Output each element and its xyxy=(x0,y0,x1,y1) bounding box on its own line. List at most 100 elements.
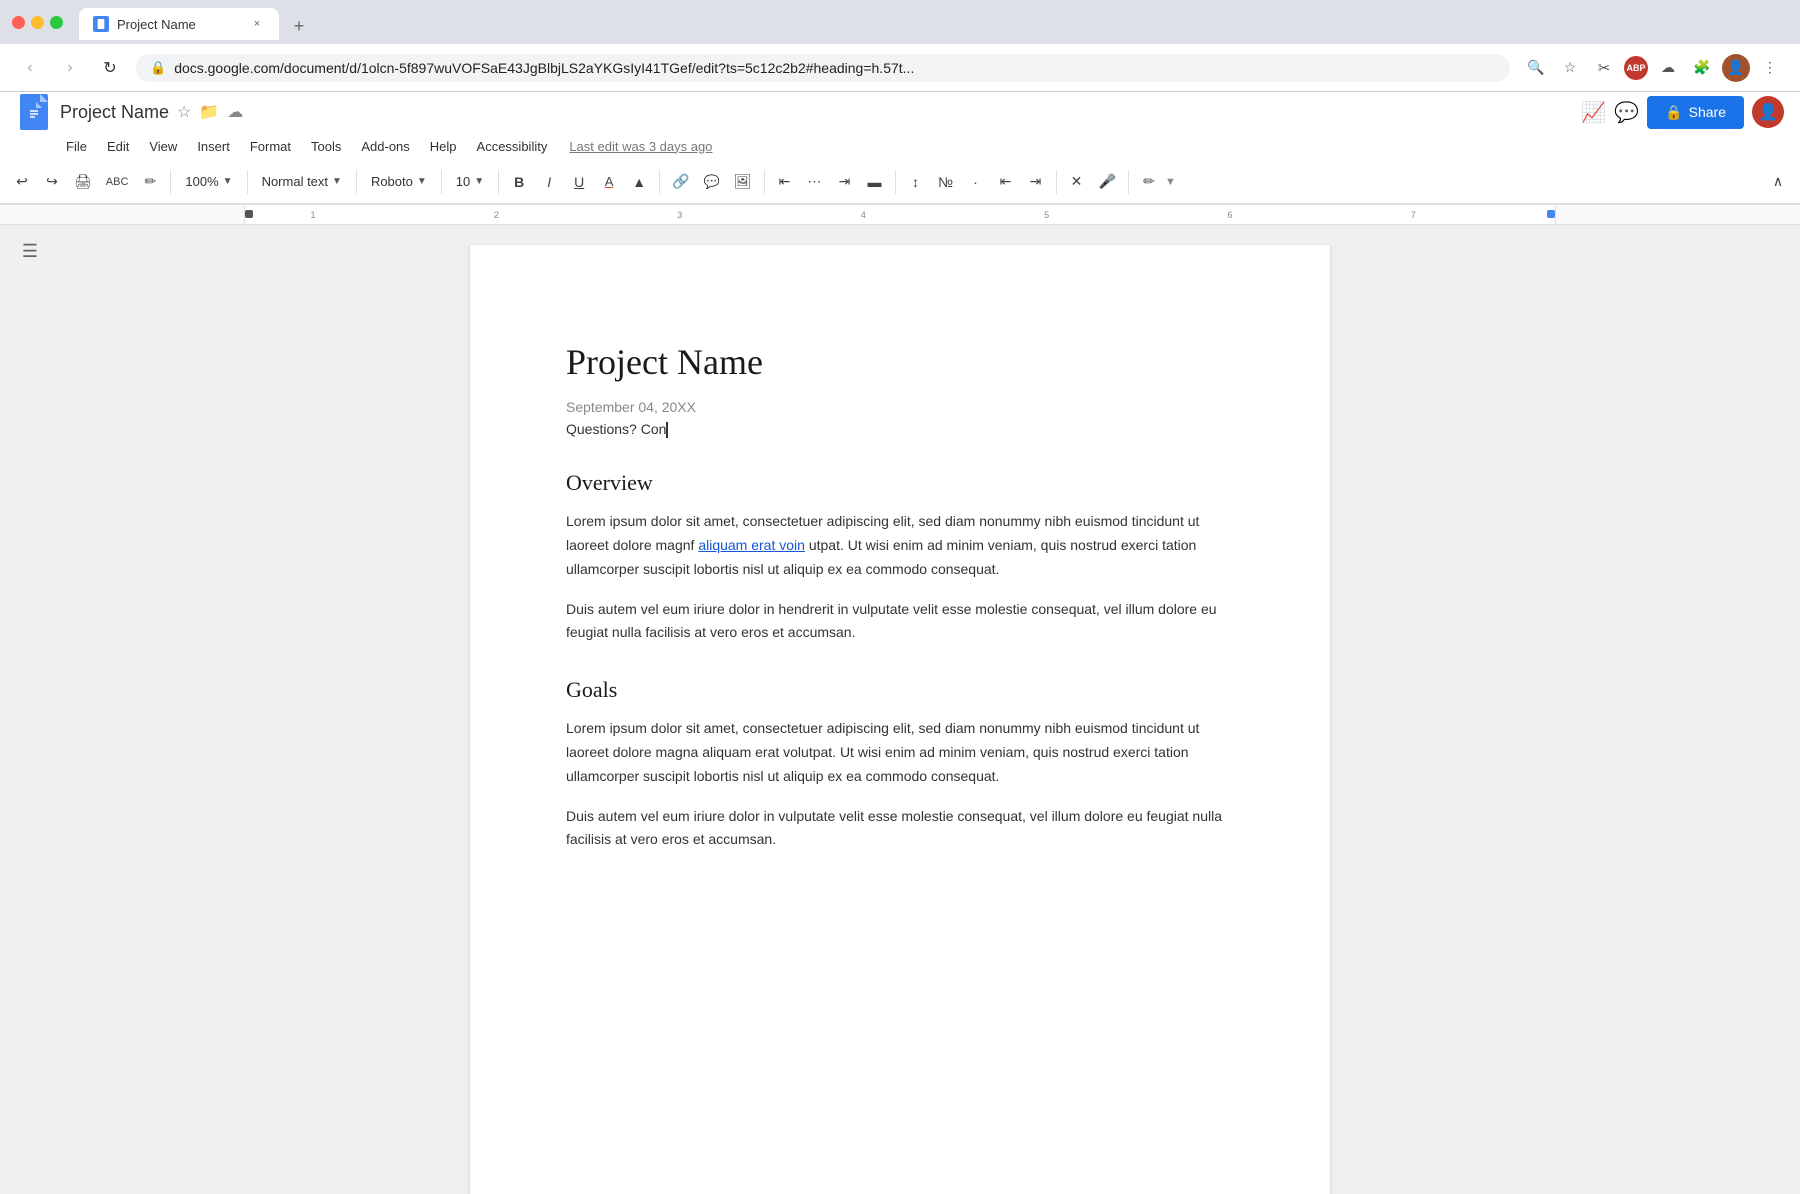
docs-cloud-icon[interactable]: ☁ xyxy=(227,102,243,122)
url-bar[interactable]: 🔒 docs.google.com/document/d/1olcn-5f897… xyxy=(136,54,1510,82)
style-dropdown-arrow: ▼ xyxy=(332,176,342,187)
cloud-extension-icon[interactable]: ☁ xyxy=(1654,54,1682,82)
active-tab[interactable]: Project Name × xyxy=(79,8,279,40)
voice-typing-button[interactable]: 🎤 xyxy=(1093,166,1122,198)
goals-heading: Goals xyxy=(566,677,1234,703)
insert-comment-button[interactable]: 💬 xyxy=(698,166,726,198)
outline-icon[interactable]: ☰ xyxy=(22,241,38,262)
browser-actions: 🔍 ☆ ✂ ABP ☁ 🧩 👤 ⋮ xyxy=(1522,54,1784,82)
docs-folder-icon[interactable]: 📁 xyxy=(199,102,219,122)
align-justify-button[interactable]: ▬ xyxy=(861,166,889,198)
browser-chrome: Project Name × + ‹ › ↻ 🔒 docs.google.com… xyxy=(0,0,1800,92)
ruler-tick-1: 1 xyxy=(311,210,316,220)
search-icon[interactable]: 🔍 xyxy=(1522,54,1550,82)
insert-image-button[interactable]: 🖼 xyxy=(728,166,758,198)
browser-menu-icon[interactable]: ⋮ xyxy=(1756,54,1784,82)
indent-less-button[interactable]: ⇤ xyxy=(992,166,1020,198)
italic-button[interactable]: I xyxy=(535,166,563,198)
share-lock-icon: 🔒 xyxy=(1665,104,1682,121)
goals-paragraph-1[interactable]: Lorem ipsum dolor sit amet, consectetuer… xyxy=(566,717,1234,788)
ruler: 1 2 3 4 5 6 7 xyxy=(0,205,1800,225)
docs-trend-button[interactable]: 📈 xyxy=(1581,100,1606,125)
text-color-button[interactable]: A xyxy=(595,166,623,198)
back-button[interactable]: ‹ xyxy=(16,54,44,82)
doc-sidebar-left: ☰ xyxy=(0,225,60,1194)
style-value: Normal text xyxy=(262,174,328,189)
new-tab-button[interactable]: + xyxy=(285,12,313,40)
doc-section-goals: Goals Lorem ipsum dolor sit amet, consec… xyxy=(566,677,1234,852)
browser-profile-avatar[interactable]: 👤 xyxy=(1722,54,1750,82)
zoom-dropdown-arrow: ▼ xyxy=(223,176,233,187)
doc-main[interactable]: Project Name September 04, 20XX Question… xyxy=(60,225,1740,1194)
undo-button[interactable]: ↩ xyxy=(8,166,36,198)
goals-paragraph-2[interactable]: Duis autem vel eum iriure dolor in vulpu… xyxy=(566,805,1234,853)
doc-project-title[interactable]: Project Name xyxy=(566,341,1234,383)
menu-edit[interactable]: Edit xyxy=(97,135,139,158)
edit-dropdown-arrow[interactable]: ▼ xyxy=(1165,176,1176,188)
doc-sidebar-right: ‹ xyxy=(1740,225,1800,1194)
tab-title: Project Name xyxy=(117,17,241,32)
indent-more-button[interactable]: ⇥ xyxy=(1022,166,1050,198)
overview-paragraph-2[interactable]: Duis autem vel eum iriure dolor in hendr… xyxy=(566,598,1234,646)
paint-format-button[interactable]: ✏ xyxy=(136,166,164,198)
toolbar-collapse-button[interactable]: ∧ xyxy=(1764,166,1792,198)
docs-star-icon[interactable]: ☆ xyxy=(177,102,191,122)
extensions-icon[interactable]: 🧩 xyxy=(1688,54,1716,82)
link-button[interactable]: 🔗 xyxy=(666,166,695,198)
overview-paragraph-1[interactable]: Lorem ipsum dolor sit amet, consectetuer… xyxy=(566,510,1234,581)
refresh-button[interactable]: ↻ xyxy=(96,54,124,82)
bulleted-list-button[interactable]: ∙ xyxy=(962,166,990,198)
ruler-right-indent[interactable] xyxy=(1547,210,1555,218)
clear-format-button[interactable]: ✕ xyxy=(1063,166,1091,198)
doc-date: September 04, 20XX xyxy=(566,399,1234,415)
align-left-button[interactable]: ⇤ xyxy=(771,166,799,198)
font-dropdown[interactable]: Roboto ▼ xyxy=(363,166,435,198)
scissors-icon[interactable]: ✂ xyxy=(1590,54,1618,82)
spell-check-button[interactable]: ABC xyxy=(100,166,135,198)
menu-addons[interactable]: Add-ons xyxy=(351,135,419,158)
underline-button[interactable]: U xyxy=(565,166,593,198)
align-center-button[interactable]: ⋯ xyxy=(801,166,829,198)
close-traffic-light[interactable] xyxy=(12,16,25,29)
print-button[interactable]: 🖨 xyxy=(68,166,98,198)
highlight-button[interactable]: ▲ xyxy=(625,166,653,198)
font-size-dropdown[interactable]: 10 ▼ xyxy=(448,166,492,198)
menu-help[interactable]: Help xyxy=(420,135,467,158)
redo-button[interactable]: ↪ xyxy=(38,166,66,198)
docs-comment-button[interactable]: 💬 xyxy=(1614,100,1639,125)
doc-questions-text[interactable]: Questions? Con xyxy=(566,421,1234,438)
bookmark-icon[interactable]: ☆ xyxy=(1556,54,1584,82)
toolbar-separator-3 xyxy=(356,170,357,194)
edit-pencil-button[interactable]: ✏ xyxy=(1135,166,1163,198)
minimize-traffic-light[interactable] xyxy=(31,16,44,29)
forward-button[interactable]: › xyxy=(56,54,84,82)
menu-file[interactable]: File xyxy=(56,135,97,158)
style-dropdown[interactable]: Normal text ▼ xyxy=(254,166,350,198)
toolbar-separator-4 xyxy=(441,170,442,194)
bold-button[interactable]: B xyxy=(505,166,533,198)
menu-tools[interactable]: Tools xyxy=(301,135,351,158)
docs-top-actions: 📈 💬 🔒 Share 👤 xyxy=(1581,96,1784,129)
menu-insert[interactable]: Insert xyxy=(187,135,240,158)
ruler-tick-5: 5 xyxy=(1044,210,1049,220)
docs-profile-avatar[interactable]: 👤 xyxy=(1752,96,1784,128)
ruler-left-indent[interactable] xyxy=(245,210,253,218)
overview-heading: Overview xyxy=(566,470,1234,496)
adblock-icon[interactable]: ABP xyxy=(1624,56,1648,80)
ruler-inner: 1 2 3 4 5 6 7 xyxy=(244,205,1556,224)
align-right-button[interactable]: ⇥ xyxy=(831,166,859,198)
docs-document-title[interactable]: Project Name xyxy=(60,102,169,123)
menu-accessibility[interactable]: Accessibility xyxy=(467,135,558,158)
tab-favicon xyxy=(93,16,109,32)
menu-format[interactable]: Format xyxy=(240,135,301,158)
tab-close-button[interactable]: × xyxy=(249,16,265,32)
menu-view[interactable]: View xyxy=(139,135,187,158)
overview-link[interactable]: aliquam erat voin xyxy=(698,537,805,553)
zoom-dropdown[interactable]: 100% ▼ xyxy=(177,166,240,198)
numbered-list-button[interactable]: № xyxy=(932,166,960,198)
docs-share-button[interactable]: 🔒 Share xyxy=(1647,96,1744,129)
line-spacing-button[interactable]: ↕ xyxy=(902,166,930,198)
maximize-traffic-light[interactable] xyxy=(50,16,63,29)
font-size-value: 10 xyxy=(456,174,470,189)
share-label: Share xyxy=(1689,104,1726,120)
